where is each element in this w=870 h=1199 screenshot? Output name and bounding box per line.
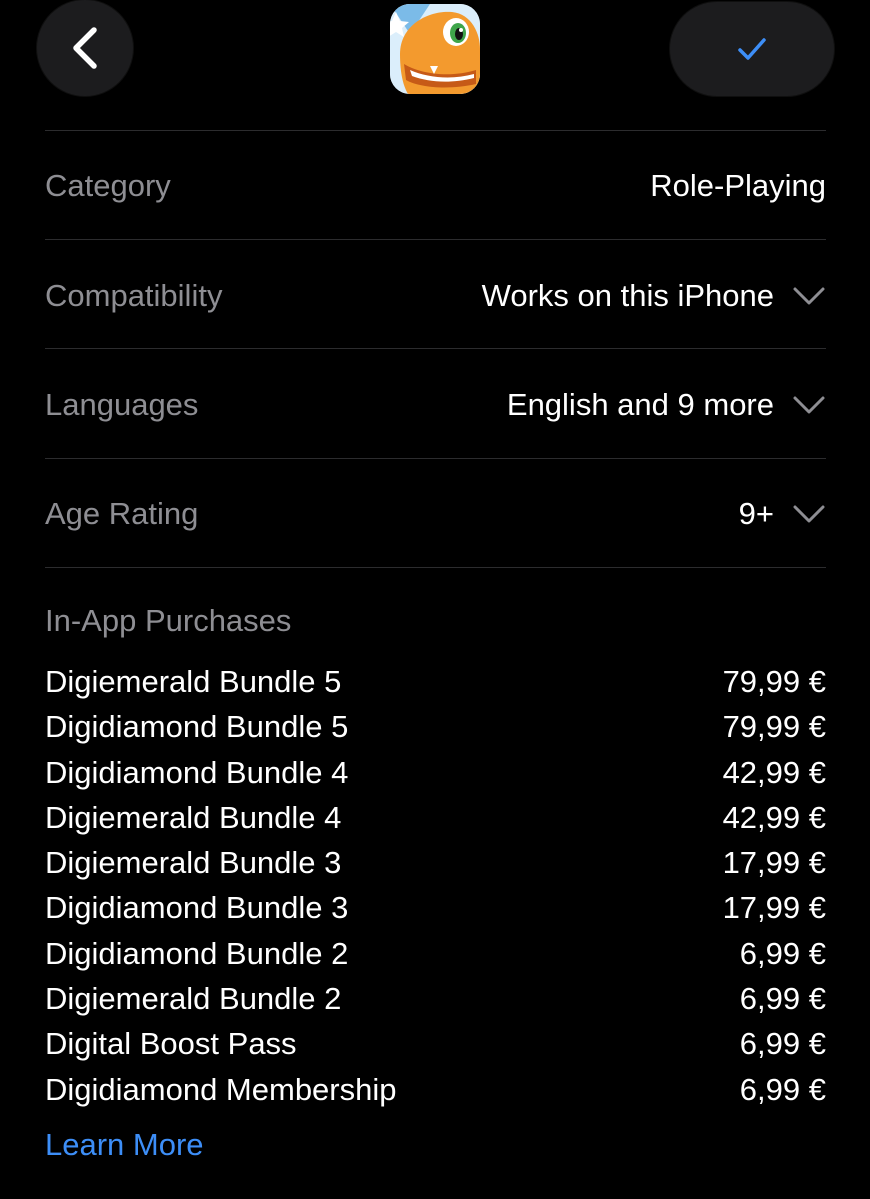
age-rating-value-group: 9+ xyxy=(739,496,826,532)
purchase-price: 6,99 € xyxy=(739,1026,826,1062)
purchase-price: 17,99 € xyxy=(722,890,826,926)
divider xyxy=(45,348,826,349)
divider xyxy=(45,458,826,459)
divider xyxy=(45,239,826,240)
purchase-name: Digidiamond Bundle 4 xyxy=(45,754,349,790)
chevron-down-icon xyxy=(793,505,825,523)
purchase-name: Digiemerald Bundle 3 xyxy=(45,845,342,881)
category-value: Role-Playing xyxy=(650,168,826,203)
compatibility-value: Works on this iPhone xyxy=(481,278,774,313)
purchase-price: 17,99 € xyxy=(722,845,826,881)
purchase-price: 6,99 € xyxy=(739,935,826,971)
in-app-purchases-list: Digiemerald Bundle 5 79,99 € Digidiamond… xyxy=(45,659,826,1112)
purchase-name: Digital Boost Pass xyxy=(45,1026,297,1062)
agumon-app-icon xyxy=(390,4,480,94)
list-item: Digidiamond Bundle 4 42,99 € xyxy=(45,750,826,795)
purchase-price: 42,99 € xyxy=(722,754,826,790)
navigation-bar xyxy=(0,0,870,130)
purchase-name: Digidiamond Membership xyxy=(45,1071,397,1107)
compatibility-label: Compatibility xyxy=(45,278,223,313)
compatibility-row[interactable]: Compatibility Works on this iPhone xyxy=(45,242,826,350)
list-item: Digidiamond Bundle 3 17,99 € xyxy=(45,885,826,930)
purchase-price: 42,99 € xyxy=(722,799,826,835)
languages-row[interactable]: Languages English and 9 more xyxy=(45,351,826,459)
divider xyxy=(45,567,826,568)
list-item: Digiemerald Bundle 3 17,99 € xyxy=(45,840,826,885)
purchase-price: 79,99 € xyxy=(722,664,826,699)
chevron-down-icon xyxy=(793,396,825,414)
category-row: Category Role-Playing xyxy=(45,132,826,240)
purchase-name: Digidiamond Bundle 3 xyxy=(45,890,349,926)
chevron-left-icon xyxy=(73,27,97,69)
purchase-price: 79,99 € xyxy=(722,709,826,745)
list-item: Digidiamond Membership 6,99 € xyxy=(45,1067,826,1112)
purchase-price: 6,99 € xyxy=(739,1071,826,1107)
learn-more-link[interactable]: Learn More xyxy=(45,1127,204,1163)
languages-value-group: English and 9 more xyxy=(507,387,826,423)
list-item: Digidiamond Bundle 5 79,99 € xyxy=(45,704,826,749)
done-button[interactable] xyxy=(670,2,834,96)
purchase-name: Digiemerald Bundle 4 xyxy=(45,799,342,835)
age-rating-value: 9+ xyxy=(738,496,774,531)
list-item: Digital Boost Pass 6,99 € xyxy=(45,1021,826,1066)
category-label: Category xyxy=(45,168,171,203)
purchase-name: Digiemerald Bundle 2 xyxy=(45,981,342,1017)
purchase-name: Digidiamond Bundle 2 xyxy=(45,935,349,971)
divider xyxy=(45,130,826,131)
age-rating-row[interactable]: Age Rating 9+ xyxy=(45,460,826,568)
chevron-down-icon xyxy=(793,287,825,305)
checkmark-icon xyxy=(738,38,766,60)
list-item: Digiemerald Bundle 5 79,99 € xyxy=(45,659,826,704)
list-item: Digidiamond Bundle 2 6,99 € xyxy=(45,931,826,976)
list-item: Digiemerald Bundle 4 42,99 € xyxy=(45,795,826,840)
purchase-name: Digiemerald Bundle 5 xyxy=(45,664,342,699)
languages-label: Languages xyxy=(45,387,199,422)
in-app-purchases-heading: In-App Purchases xyxy=(45,603,292,638)
list-item: Digiemerald Bundle 2 6,99 € xyxy=(45,976,826,1021)
age-rating-label: Age Rating xyxy=(45,496,199,531)
app-icon xyxy=(390,4,480,94)
compatibility-value-group: Works on this iPhone xyxy=(482,278,826,314)
purchase-price: 6,99 € xyxy=(739,981,826,1017)
purchase-name: Digidiamond Bundle 5 xyxy=(45,709,349,745)
languages-value: English and 9 more xyxy=(506,387,774,422)
back-button[interactable] xyxy=(37,0,133,96)
